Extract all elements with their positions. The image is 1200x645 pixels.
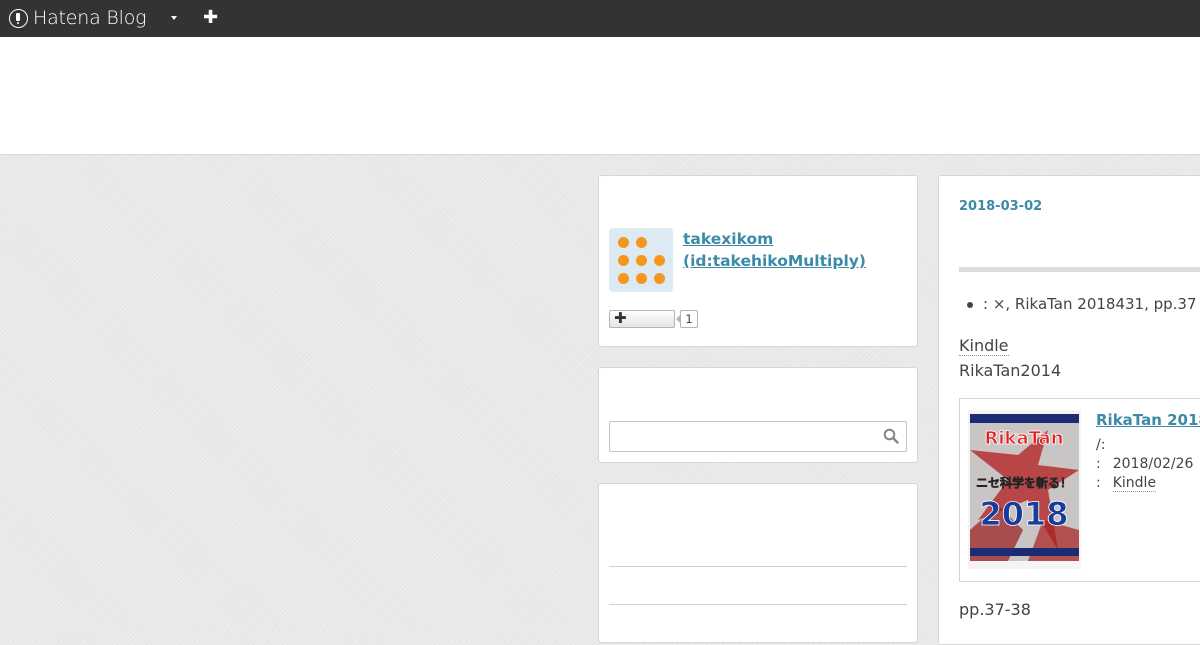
format-value-link[interactable]: Kindle (1112, 475, 1157, 492)
blog-header (0, 37, 1200, 155)
recent-entries-module (598, 483, 918, 643)
book-cover-image[interactable]: RikaTan ニセ科学を斬る！ 2018 (968, 410, 1081, 569)
list-divider (609, 566, 907, 567)
plus-icon: ✚ (614, 309, 627, 327)
product-embed: RikaTan ニセ科学を斬る！ 2018 RikaTan 2018 /: :2… (959, 398, 1200, 582)
product-author-label: /: (1096, 437, 1106, 453)
product-release-date: :2018/02/26 (1096, 456, 1193, 472)
entry-bullet-item: : ×, RikaTan 2018431, pp.37 (967, 295, 1200, 313)
entry-title-divider (959, 267, 1200, 272)
entry-text-line: RikaTan2014 (959, 361, 1062, 380)
user-id: (id:takehikoMultiply) (683, 252, 866, 270)
profile-module: takexikom (id:takehikoMultiply) ✚ 1 (598, 175, 918, 347)
entry-date-link[interactable]: 2018-03-02 (959, 199, 1042, 214)
release-date-label: : (1096, 456, 1101, 472)
avatar[interactable] (609, 228, 673, 292)
kindle-keyword-link[interactable]: Kindle (959, 336, 1009, 356)
search-module (598, 367, 918, 463)
format-label: : (1096, 475, 1101, 491)
search-icon[interactable] (883, 428, 899, 444)
list-divider (609, 604, 907, 605)
entry-article: 2018-03-02 : ×, RikaTan 2018431, pp.37 K… (938, 175, 1200, 645)
add-post-button[interactable]: ✚ (203, 7, 218, 29)
top-navigation-bar: Hatena Blog ✚ (0, 0, 1200, 37)
cover-year: 2018 (979, 495, 1068, 533)
hatena-blog-logo[interactable]: Hatena Blog (9, 7, 147, 29)
product-format: : Kindle (1096, 475, 1157, 492)
release-date-value: 2018/02/26 (1112, 456, 1194, 472)
hatena-logo-icon (9, 8, 28, 28)
search-input[interactable] (609, 421, 907, 452)
follower-count: 1 (676, 310, 698, 328)
user-name: takexikom (683, 230, 774, 248)
user-profile-link[interactable]: takexikom (id:takehikoMultiply) (683, 228, 903, 272)
cover-title: RikaTan (984, 428, 1063, 449)
entry-pages-text: pp.37-38 (959, 600, 1031, 619)
chevron-down-icon[interactable] (171, 16, 177, 20)
follow-button[interactable]: ✚ (609, 309, 675, 328)
brand-name: Hatena Blog (33, 7, 147, 29)
cover-subtitle: ニセ科学を斬る！ (976, 475, 1072, 490)
product-title-link[interactable]: RikaTan 2018 (1096, 411, 1200, 429)
